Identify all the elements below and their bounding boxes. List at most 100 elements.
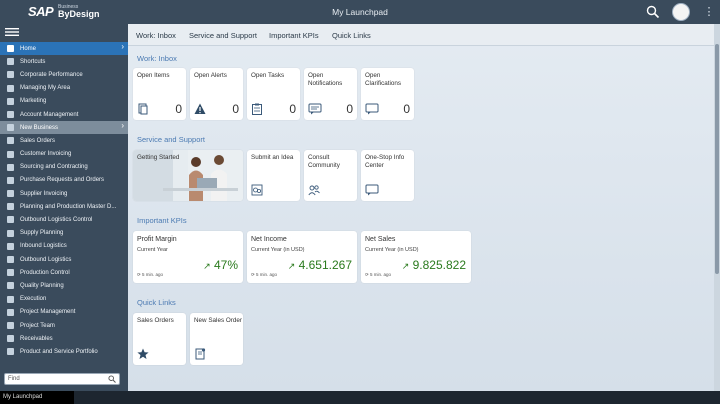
tile-one-stop-info[interactable]: One-Stop Info Center xyxy=(361,150,414,201)
tile-open-tasks[interactable]: Open Tasks 0 xyxy=(247,68,300,120)
tile-count: 0 xyxy=(232,102,239,116)
sidebar-item-label: Shortcuts xyxy=(20,58,46,65)
kpi-value: 4.651.267 xyxy=(298,258,352,272)
sidebar-item-project-management[interactable]: Project Management xyxy=(0,306,128,319)
scrollbar-thumb[interactable] xyxy=(715,44,719,274)
find-search-icon[interactable] xyxy=(108,375,116,383)
hamburger-icon[interactable] xyxy=(5,28,19,36)
sidebar-item-outbound-logistics-control[interactable]: Outbound Logistics Control xyxy=(0,213,128,226)
sidebar-item-purchase-requests-and-orders[interactable]: Purchase Requests and Orders xyxy=(0,174,128,187)
kpi-value: 9.825.822 xyxy=(412,258,466,272)
anchor-tab-work-inbox[interactable]: Work: Inbox xyxy=(136,31,176,40)
tile-link-new-sales-order[interactable]: New Sales Order xyxy=(190,313,243,365)
tile-title: Open Alerts xyxy=(194,72,227,79)
tile-title: Submit an Idea xyxy=(251,154,294,161)
home-icon xyxy=(7,45,14,52)
sidebar-item-new-business[interactable]: New Business › xyxy=(0,121,128,135)
new-document-icon xyxy=(195,348,206,360)
sidebar-item-supply-planning[interactable]: Supply Planning xyxy=(0,227,128,240)
section-title-service: Service and Support xyxy=(137,135,205,144)
kpi-title: Net Sales xyxy=(365,236,396,243)
anchor-tab-important-kpis[interactable]: Important KPIs xyxy=(269,31,319,40)
tile-consult-community[interactable]: Consult Community xyxy=(304,150,357,201)
tile-open-items[interactable]: Open Items 0 xyxy=(133,68,186,120)
contract-icon xyxy=(7,163,14,171)
star-icon xyxy=(7,58,14,66)
sidebar-item-marketing[interactable]: Marketing xyxy=(0,95,128,108)
trend-up-icon: ↗ xyxy=(287,261,296,271)
sidebar-item-label: Product and Service Portfolio xyxy=(20,348,98,355)
sidebar-item-quality-planning[interactable]: Quality Planning xyxy=(0,279,128,292)
tile-open-clarifications[interactable]: Open Clarifications 0 xyxy=(361,68,414,120)
sidebar-item-label: Project Team xyxy=(20,322,55,329)
user-avatar[interactable] xyxy=(672,3,690,21)
sidebar-item-managing-my-area[interactable]: Managing My Area xyxy=(0,82,128,95)
anchor-tab-quick-links[interactable]: Quick Links xyxy=(332,31,371,40)
section-title-links: Quick Links xyxy=(137,298,176,307)
sidebar-item-outbound-logistics[interactable]: Outbound Logistics xyxy=(0,253,128,266)
sidebar-item-execution[interactable]: Execution xyxy=(0,293,128,306)
status-tab-my-launchpad[interactable]: My Launchpad xyxy=(0,391,74,404)
search-icon[interactable] xyxy=(646,5,660,19)
tile-getting-started[interactable]: Getting Started xyxy=(133,150,243,201)
tile-title: Sales Orders xyxy=(137,317,174,324)
sidebar-item-label: Purchase Requests and Orders xyxy=(20,177,105,184)
tasks-icon xyxy=(252,103,262,115)
sidebar-item-receivables[interactable]: Receivables xyxy=(0,332,128,345)
section-title-kpis: Important KPIs xyxy=(137,216,187,225)
kpi-refresh-time: ⟳ 5 min. ago xyxy=(137,272,164,277)
sidebar-item-label: Outbound Logistics xyxy=(20,256,72,263)
sidebar-item-project-team[interactable]: Project Team xyxy=(0,319,128,332)
sidebar-item-supplier-invoicing[interactable]: Supplier Invoicing xyxy=(0,187,128,200)
warning-icon xyxy=(194,103,206,114)
sidebar-item-sourcing-and-contracting[interactable]: Sourcing and Contracting xyxy=(0,161,128,174)
more-options-icon[interactable]: ⋮ xyxy=(703,3,715,21)
sidebar-item-label: Project Management xyxy=(20,309,76,316)
tile-title: Getting Started xyxy=(137,154,180,161)
sidebar-item-label: Corporate Performance xyxy=(20,71,83,78)
tile-title: Open Notifications xyxy=(308,72,343,87)
sidebar-item-label: Sales Orders xyxy=(20,137,56,144)
sidebar-item-label: Receivables xyxy=(20,335,53,342)
tile-open-alerts[interactable]: Open Alerts 0 xyxy=(190,68,243,120)
tile-open-notifications[interactable]: Open Notifications 0 xyxy=(304,68,357,120)
community-icon xyxy=(308,185,320,196)
sidebar-item-account-management[interactable]: Account Management xyxy=(0,108,128,121)
tile-title: Consult Community xyxy=(308,154,340,169)
tile-title: One-Stop Info Center xyxy=(365,154,405,169)
team-icon xyxy=(7,321,14,329)
sidebar-item-corporate-performance[interactable]: Corporate Performance xyxy=(0,68,128,81)
sidebar-item-customer-invoicing[interactable]: Customer Invoicing xyxy=(0,148,128,161)
outbound-icon xyxy=(7,256,14,263)
find-input[interactable]: Find xyxy=(4,373,120,385)
quality-icon xyxy=(7,282,14,290)
account-icon xyxy=(7,110,14,118)
sidebar-item-production-control[interactable]: Production Control xyxy=(0,266,128,279)
sidebar-item-shortcuts[interactable]: Shortcuts xyxy=(0,55,128,68)
tile-kpi-net-sales[interactable]: Net Sales Current Year (in USD) ↗ 9.825.… xyxy=(361,231,471,283)
tile-title: Open Items xyxy=(137,72,170,79)
sidebar-item-sales-orders[interactable]: Sales Orders xyxy=(0,134,128,147)
find-placeholder: Find xyxy=(8,376,20,382)
tile-kpi-net-income[interactable]: Net Income Current Year (in USD) ↗ 4.651… xyxy=(247,231,357,283)
sidebar-item-label: Inbound Logistics xyxy=(20,243,67,250)
chevron-right-icon: › xyxy=(121,42,124,51)
sidebar-item-product-and-service-portfolio[interactable]: Product and Service Portfolio xyxy=(0,345,128,358)
tile-kpi-profit-margin[interactable]: Profit Margin Current Year ↗ 47% ⟳ 5 min… xyxy=(133,231,243,283)
invoice-icon xyxy=(7,150,14,158)
tile-submit-idea[interactable]: Submit an Idea xyxy=(247,150,300,201)
bag-icon xyxy=(7,124,14,132)
sidebar-item-label: Home xyxy=(20,45,37,52)
portfolio-icon xyxy=(7,348,14,356)
chart-icon xyxy=(7,71,14,79)
tile-link-sales-orders[interactable]: Sales Orders xyxy=(133,313,186,365)
star-icon xyxy=(137,348,149,359)
sidebar-item-home[interactable]: Home › xyxy=(0,42,128,56)
sidebar-item-label: Supplier Invoicing xyxy=(20,190,68,197)
main-scrollbar[interactable] xyxy=(714,24,720,391)
sidebar-item-label: New Business xyxy=(20,124,59,131)
anchor-tab-service-support[interactable]: Service and Support xyxy=(189,31,257,40)
sidebar-item-inbound-logistics[interactable]: Inbound Logistics xyxy=(0,240,128,253)
sidebar-item-planning-and-production-master-d[interactable]: Planning and Production Master D... xyxy=(0,200,128,213)
tile-count: 0 xyxy=(175,102,182,116)
